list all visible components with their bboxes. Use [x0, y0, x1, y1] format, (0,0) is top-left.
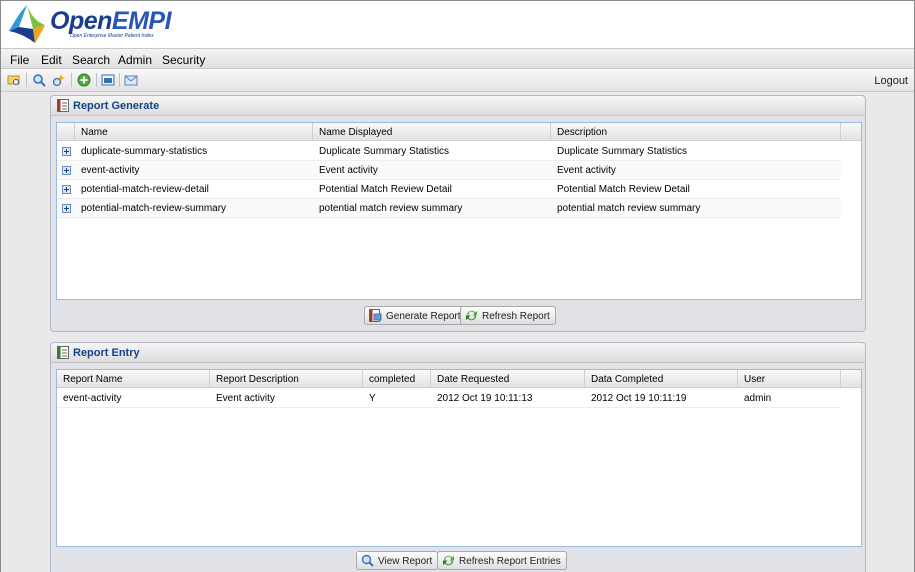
cell-user: admin	[744, 393, 772, 404]
toolbar: Logout	[1, 69, 914, 92]
toolbar-separator	[71, 73, 72, 87]
logo-tagline: Open Enterprise Master Patient Index	[70, 33, 154, 39]
cell-name: potential-match-review-summary	[81, 203, 227, 214]
app-header: OpenEMPI Open Enterprise Master Patient …	[1, 1, 914, 48]
table-row[interactable]: potential-match-review-summary potential…	[57, 199, 841, 218]
cell-description: Event activity	[557, 165, 616, 176]
menu-search[interactable]: Search	[72, 53, 110, 67]
refresh-icon	[466, 310, 477, 321]
column-header-report-name[interactable]: Report Name	[57, 370, 210, 388]
cell-name-displayed: Potential Match Review Detail	[319, 184, 452, 195]
column-header-user[interactable]: User	[738, 370, 841, 388]
generate-report-button[interactable]: Generate Report	[364, 306, 467, 325]
menu-admin[interactable]: Admin	[118, 53, 152, 67]
cell-name-displayed: potential match review summary	[319, 203, 463, 214]
expander-column-header	[57, 123, 75, 141]
cell-description: potential match review summary	[557, 203, 701, 214]
view-report-button[interactable]: View Report	[356, 551, 439, 570]
cell-name-displayed: Duplicate Summary Statistics	[319, 146, 450, 157]
report-entry-header: Report Entry	[51, 343, 865, 363]
panel-title: Report Entry	[73, 347, 140, 359]
main-content: Report Generate Name Name Displayed Desc…	[1, 92, 914, 572]
cell-completed: Y	[369, 393, 376, 404]
openempi-logo: OpenEMPI Open Enterprise Master Patient …	[5, 3, 205, 45]
panel-title: Report Generate	[73, 100, 160, 112]
cell-description: Duplicate Summary Statistics	[557, 146, 688, 157]
refresh-report-entries-button[interactable]: Refresh Report Entries	[437, 551, 567, 570]
report-generate-grid: Name Name Displayed Description duplicat…	[56, 122, 862, 300]
refresh-icon	[443, 555, 454, 566]
report-entry-grid: Report Name Report Description completed…	[56, 369, 862, 547]
mail-icon[interactable]	[124, 73, 138, 87]
expand-row-icon[interactable]	[62, 185, 71, 194]
column-header-date-requested[interactable]: Date Requested	[431, 370, 585, 388]
table-row[interactable]: event-activity Event activity Y 2012 Oct…	[57, 389, 841, 408]
magic-search-icon[interactable]	[52, 73, 66, 87]
cell-report-description: Event activity	[216, 393, 275, 404]
column-header-report-description[interactable]: Report Description	[210, 370, 363, 388]
menu-edit[interactable]: Edit	[41, 53, 62, 67]
cell-data-completed: 2012 Oct 19 10:11:19	[591, 393, 687, 404]
column-header-description[interactable]: Description	[551, 123, 841, 141]
logo-mark-icon	[9, 5, 45, 43]
cell-description: Potential Match Review Detail	[557, 184, 690, 195]
column-header-completed[interactable]: completed	[363, 370, 431, 388]
expand-row-icon[interactable]	[62, 147, 71, 156]
cell-report-name: event-activity	[63, 393, 122, 404]
expand-row-icon[interactable]	[62, 166, 71, 175]
table-row[interactable]: duplicate-summary-statistics Duplicate S…	[57, 142, 841, 161]
grid-header: Report Name Report Description completed…	[57, 370, 861, 388]
logout-link[interactable]: Logout	[874, 75, 908, 87]
report-entry-panel: Report Entry Report Name Report Descript…	[50, 342, 866, 572]
menu-security[interactable]: Security	[162, 53, 205, 67]
menu-file[interactable]: File	[10, 53, 29, 67]
toolbar-separator	[119, 73, 120, 87]
zoom-icon	[361, 554, 374, 567]
cell-name: event-activity	[81, 165, 140, 176]
logo-text: OpenEMPI	[50, 7, 172, 35]
menu-bar: File Edit Search Admin Security	[1, 48, 914, 69]
column-header-name-displayed[interactable]: Name Displayed	[313, 123, 551, 141]
report-icon	[369, 309, 382, 322]
cell-name: potential-match-review-detail	[81, 184, 209, 195]
report-generate-panel: Report Generate Name Name Displayed Desc…	[50, 95, 866, 332]
report-icon	[57, 99, 69, 112]
column-header-name[interactable]: Name	[75, 123, 313, 141]
refresh-report-button[interactable]: Refresh Report	[460, 306, 556, 325]
grid-header: Name Name Displayed Description	[57, 123, 861, 141]
toolbar-separator	[96, 73, 97, 87]
column-header-data-completed[interactable]: Data Completed	[585, 370, 738, 388]
expand-row-icon[interactable]	[62, 204, 71, 213]
report-generate-header: Report Generate	[51, 96, 865, 116]
table-row[interactable]: potential-match-review-detail Potential …	[57, 180, 841, 199]
add-icon[interactable]	[77, 73, 91, 87]
table-row[interactable]: event-activity Event activity Event acti…	[57, 161, 841, 180]
folder-search-icon[interactable]	[7, 73, 21, 87]
image-icon[interactable]	[101, 73, 115, 87]
cell-name-displayed: Event activity	[319, 165, 378, 176]
toolbar-separator	[26, 73, 27, 87]
cell-name: duplicate-summary-statistics	[81, 146, 208, 157]
report-icon	[57, 346, 69, 359]
zoom-icon[interactable]	[32, 73, 46, 87]
cell-date-requested: 2012 Oct 19 10:11:13	[437, 393, 533, 404]
